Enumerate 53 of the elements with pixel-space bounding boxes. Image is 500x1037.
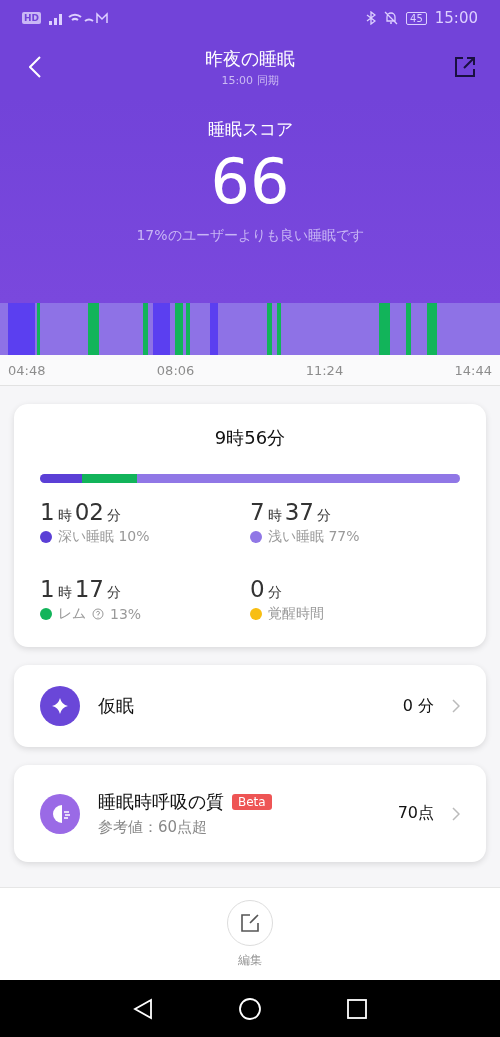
minutes-value: 02 bbox=[74, 499, 104, 525]
share-button[interactable] bbox=[452, 54, 478, 80]
score-note: 17%のユーザーよりも良い睡眠です bbox=[136, 227, 364, 245]
edit-button[interactable] bbox=[227, 899, 273, 946]
beta-badge: Beta bbox=[232, 794, 272, 810]
chevron-right-icon bbox=[452, 806, 460, 821]
stage-label: 浅い睡眠 77% bbox=[268, 528, 360, 546]
sync-time: 15:00 同期 bbox=[221, 72, 279, 88]
row-value: 0 分 bbox=[402, 695, 434, 717]
minutes-unit: 分 bbox=[106, 584, 121, 602]
hours-value: 1 bbox=[40, 576, 55, 602]
battery-indicator: 45 bbox=[406, 11, 427, 25]
hours-unit: 時 bbox=[267, 507, 282, 525]
time-tick: 08:06 bbox=[156, 362, 195, 378]
score-value: 66 bbox=[210, 151, 290, 213]
stage-label: 覚醒時間 bbox=[268, 605, 324, 623]
stage-label: レム bbox=[58, 605, 86, 623]
stage-percent: 13% bbox=[110, 606, 142, 622]
signal-icon bbox=[49, 11, 109, 25]
minutes-unit: 分 bbox=[267, 584, 282, 602]
time-tick: 11:24 bbox=[305, 362, 344, 378]
time-tick: 14:44 bbox=[454, 362, 492, 378]
minutes-value: 37 bbox=[284, 499, 314, 525]
hours-unit: 時 bbox=[57, 584, 72, 602]
row-value: 70点 bbox=[397, 803, 434, 824]
bluetooth-icon bbox=[366, 11, 377, 25]
time-tick: 04:48 bbox=[8, 362, 46, 378]
edit-icon bbox=[240, 912, 260, 933]
back-nav-icon[interactable] bbox=[132, 997, 154, 1020]
row-title: 睡眠時呼吸の質 bbox=[98, 790, 224, 814]
sparkle-icon bbox=[40, 686, 80, 726]
page-title: 昨夜の睡眠 bbox=[205, 46, 295, 71]
home-nav-icon[interactable] bbox=[238, 996, 262, 1021]
hd-indicator: HD bbox=[22, 12, 41, 24]
hours-value: 7 bbox=[250, 499, 265, 525]
recents-nav-icon[interactable] bbox=[346, 997, 368, 1020]
hours-unit: 時 bbox=[57, 507, 72, 525]
status-time: 15:00 bbox=[434, 9, 478, 27]
minutes-unit: 分 bbox=[106, 507, 121, 525]
detail-row[interactable]: 仮眠 0 分 bbox=[14, 665, 486, 747]
row-subtitle: 参考値：60点超 bbox=[98, 818, 209, 837]
chevron-right-icon bbox=[452, 699, 460, 713]
minutes-unit: 分 bbox=[316, 507, 331, 525]
total-duration: 9時56分 bbox=[213, 426, 287, 450]
edit-label: 編集 bbox=[238, 951, 262, 969]
score-label: 睡眠スコア bbox=[207, 118, 293, 141]
detail-row[interactable]: 睡眠時呼吸の質 Beta 参考値：60点超 70点 bbox=[14, 765, 486, 862]
muted-bell-icon bbox=[384, 11, 399, 25]
stage-label: 深い睡眠 10% bbox=[58, 528, 150, 546]
minutes-value: 17 bbox=[74, 576, 104, 602]
row-title: 仮眠 bbox=[98, 694, 134, 718]
hours-value: 1 bbox=[40, 499, 55, 525]
minutes-value: 0 bbox=[250, 576, 265, 602]
